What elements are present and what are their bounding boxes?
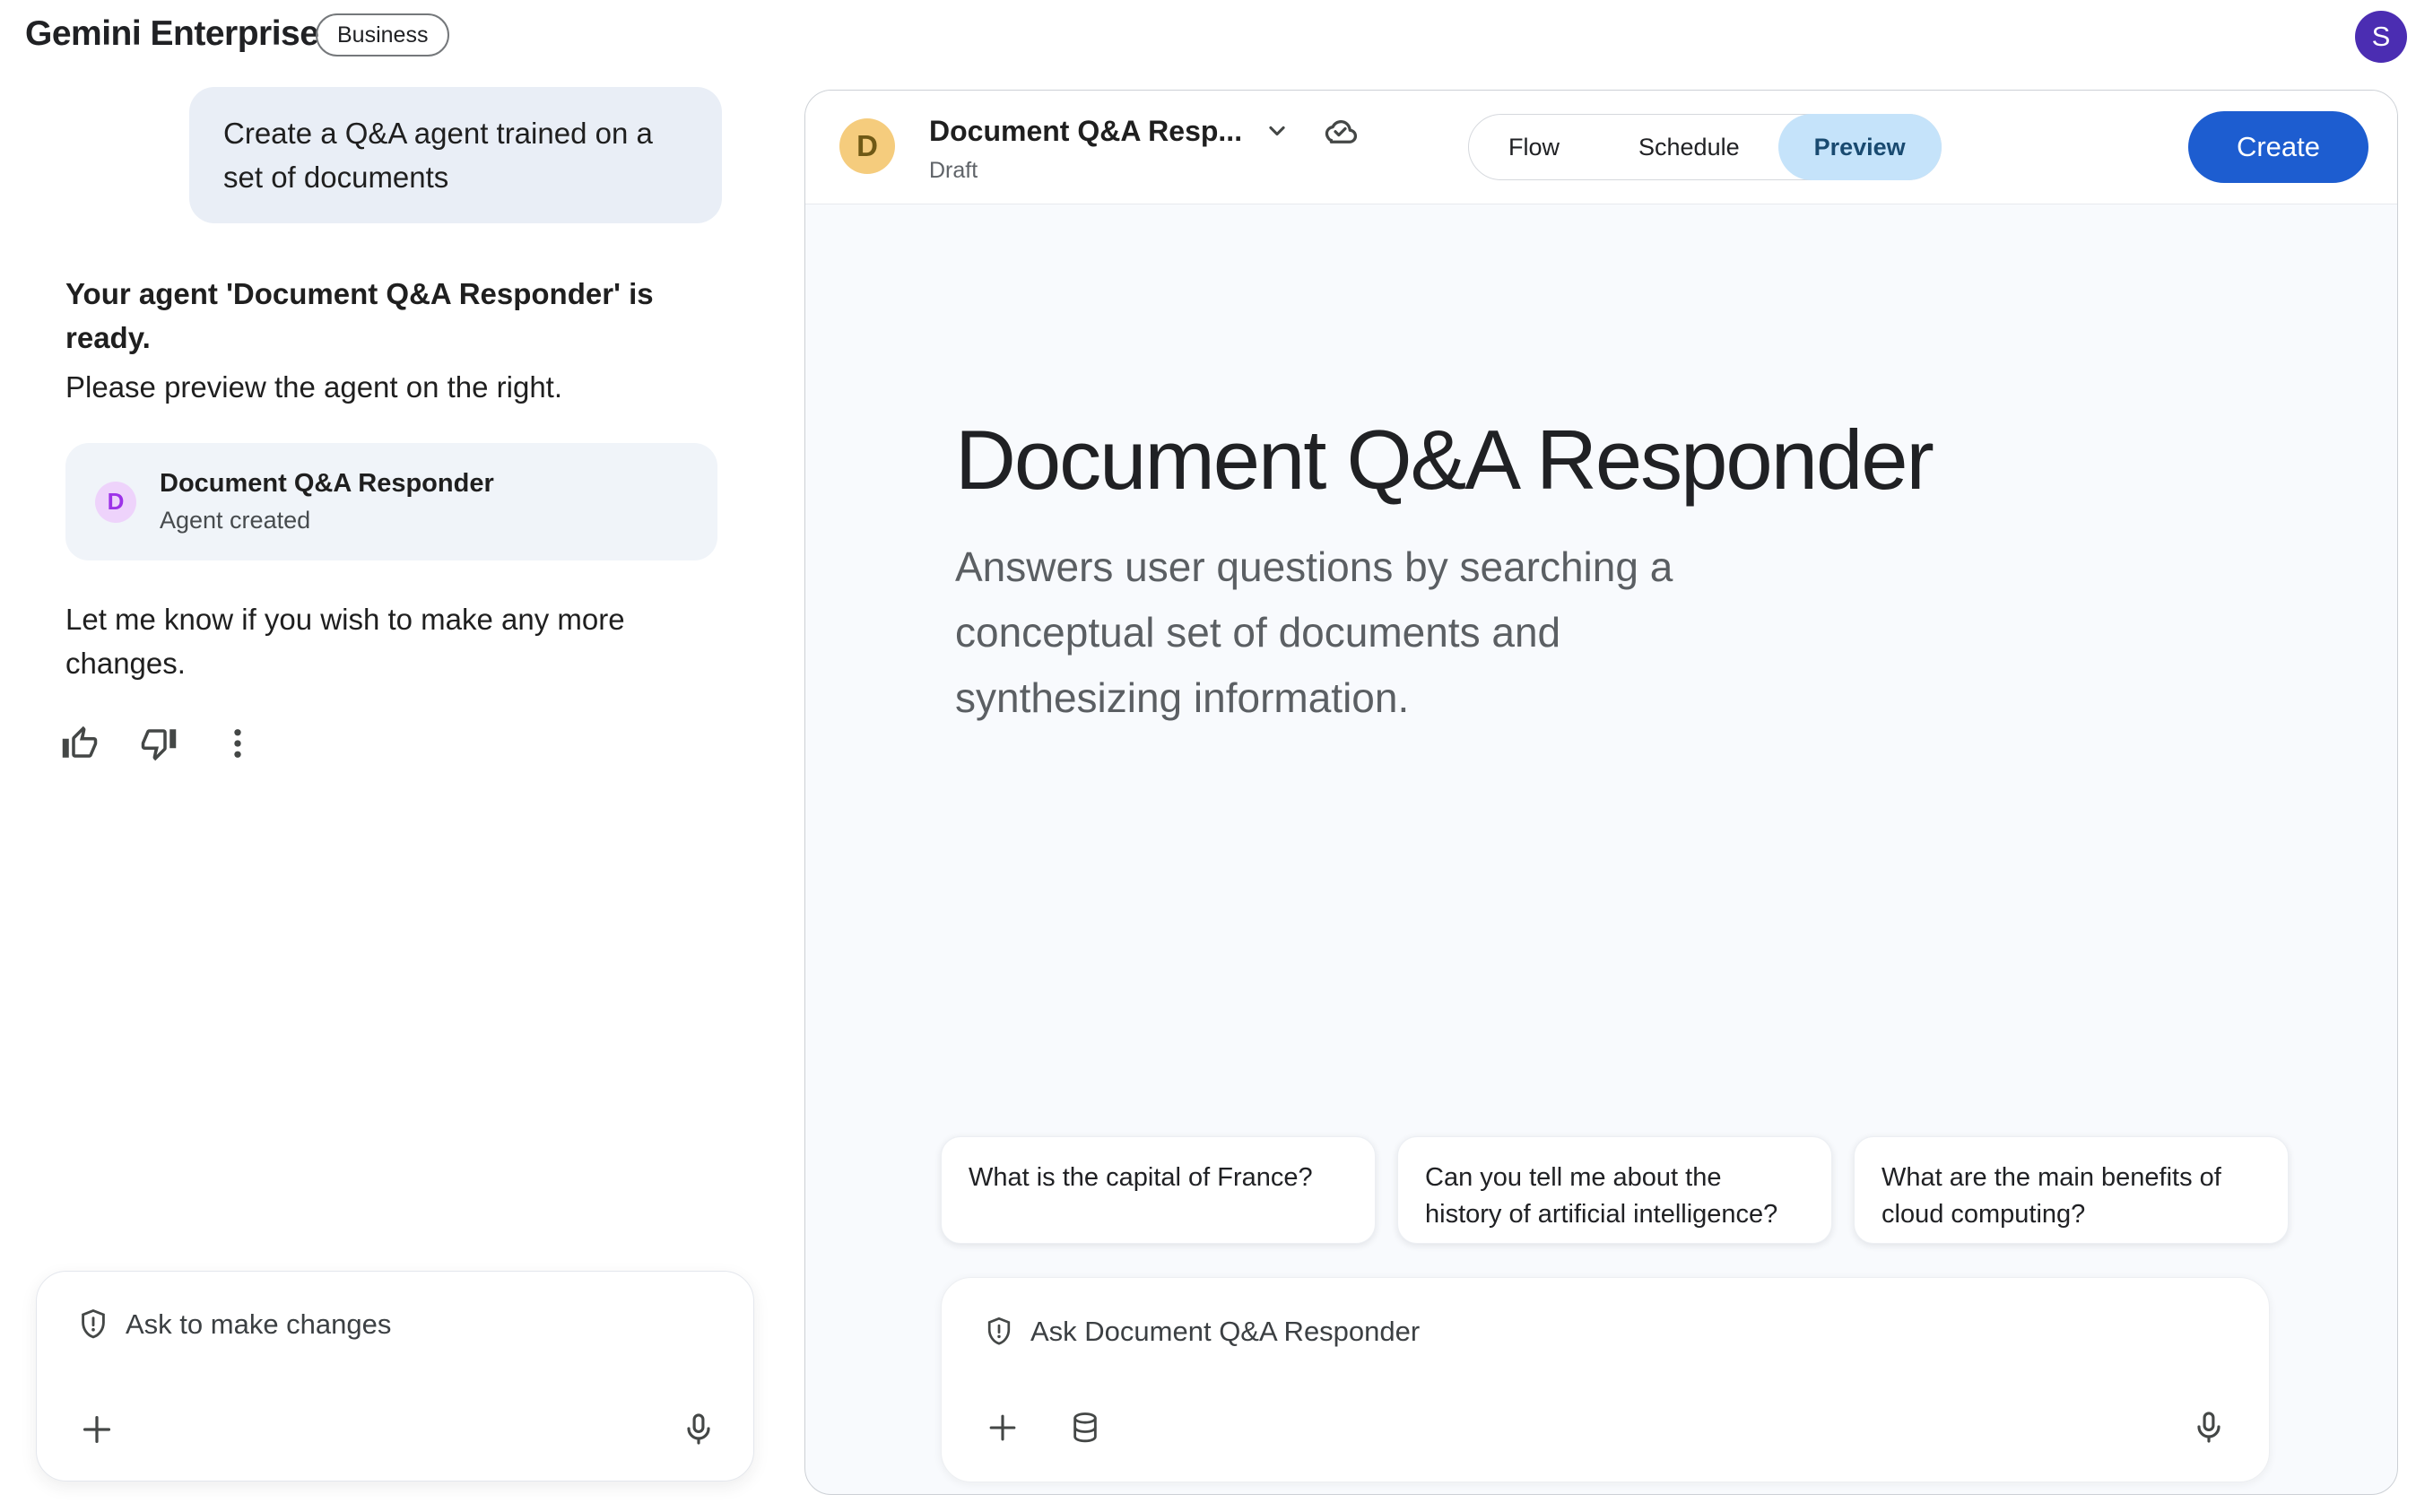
chat-input-box[interactable]: Ask to make changes [36, 1271, 754, 1482]
agent-preview-panel: D Document Q&A Resp... Draft Flow Schedu… [804, 90, 2398, 1495]
tab-preview[interactable]: Preview [1777, 114, 1942, 180]
plan-badge: Business [316, 13, 450, 56]
chevron-down-icon[interactable] [1262, 116, 1292, 146]
agent-input-actions [983, 1408, 2228, 1447]
tab-schedule[interactable]: Schedule [1599, 115, 1779, 179]
cloud-saved-icon [1319, 110, 1360, 152]
agent-preview-body: Document Q&A Responder Answers user ques… [805, 204, 2397, 1494]
suggestion-card-2[interactable]: Can you tell me about the history of art… [1397, 1136, 1832, 1244]
agent-chat-input-box[interactable]: Ask Document Q&A Responder [941, 1277, 2270, 1482]
gemini-enterprise-screen: Gemini Enterprise Business S Create a Q&… [0, 0, 2416, 1512]
agent-preview-title: Document Q&A Responder [955, 413, 1934, 507]
shield-icon [987, 1316, 1011, 1345]
microphone-icon[interactable] [2190, 1409, 2228, 1447]
chat-input-actions [76, 1409, 717, 1450]
agent-status: Draft [929, 158, 978, 183]
app-title: Gemini Enterprise [25, 14, 319, 53]
agent-card-title: Document Q&A Responder [160, 469, 494, 498]
agent-name: Document Q&A Resp... [929, 114, 1243, 147]
assistant-message: Your agent 'Document Q&A Responder' is r… [65, 272, 720, 409]
agent-created-card[interactable]: D Document Q&A Responder Agent created [65, 443, 717, 560]
user-message-bubble: Create a Q&A agent trained on a set of d… [189, 87, 722, 223]
feedback-toolbar [61, 725, 256, 762]
agent-card-text: Document Q&A Responder Agent created [160, 469, 494, 534]
suggestion-card-1[interactable]: What is the capital of France? [941, 1136, 1376, 1244]
agent-avatar: D [95, 481, 136, 523]
chat-input-placeholder: Ask to make changes [126, 1308, 392, 1340]
suggestion-card-3[interactable]: What are the main benefits of cloud comp… [1854, 1136, 2289, 1244]
agent-header-avatar: D [839, 118, 895, 174]
microphone-icon[interactable] [680, 1411, 717, 1448]
add-attachment-icon[interactable] [76, 1409, 117, 1450]
agent-preview-header: D Document Q&A Resp... Draft Flow Schedu… [805, 91, 2397, 204]
add-attachment-icon[interactable] [983, 1408, 1022, 1447]
agent-input-placeholder-row: Ask Document Q&A Responder [983, 1316, 2228, 1348]
view-tabs: Flow Schedule Preview [1468, 114, 1942, 180]
chat-input-placeholder-row: Ask to make changes [76, 1308, 714, 1342]
assistant-message-body: Please preview the agent on the right. [65, 370, 563, 404]
tab-flow[interactable]: Flow [1469, 115, 1599, 179]
thumb-down-icon[interactable] [140, 725, 178, 762]
create-button[interactable]: Create [2187, 111, 2368, 183]
agent-input-placeholder: Ask Document Q&A Responder [1030, 1316, 1421, 1347]
agent-card-status: Agent created [160, 507, 311, 534]
more-options-icon[interactable] [219, 725, 256, 762]
agent-title-block: Document Q&A Resp... Draft [929, 110, 1360, 184]
assistant-closing-message: Let me know if you wish to make any more… [65, 603, 625, 680]
thumb-up-icon[interactable] [61, 725, 99, 762]
shield-icon [82, 1308, 105, 1339]
assistant-message-headline: Your agent 'Document Q&A Responder' is r… [65, 277, 654, 354]
agent-preview-description: Answers user questions by searching a co… [955, 543, 1673, 721]
data-source-icon[interactable] [1067, 1410, 1103, 1446]
suggestion-cards: What is the capital of France? Can you t… [941, 1136, 2289, 1244]
user-avatar[interactable]: S [2355, 11, 2407, 63]
